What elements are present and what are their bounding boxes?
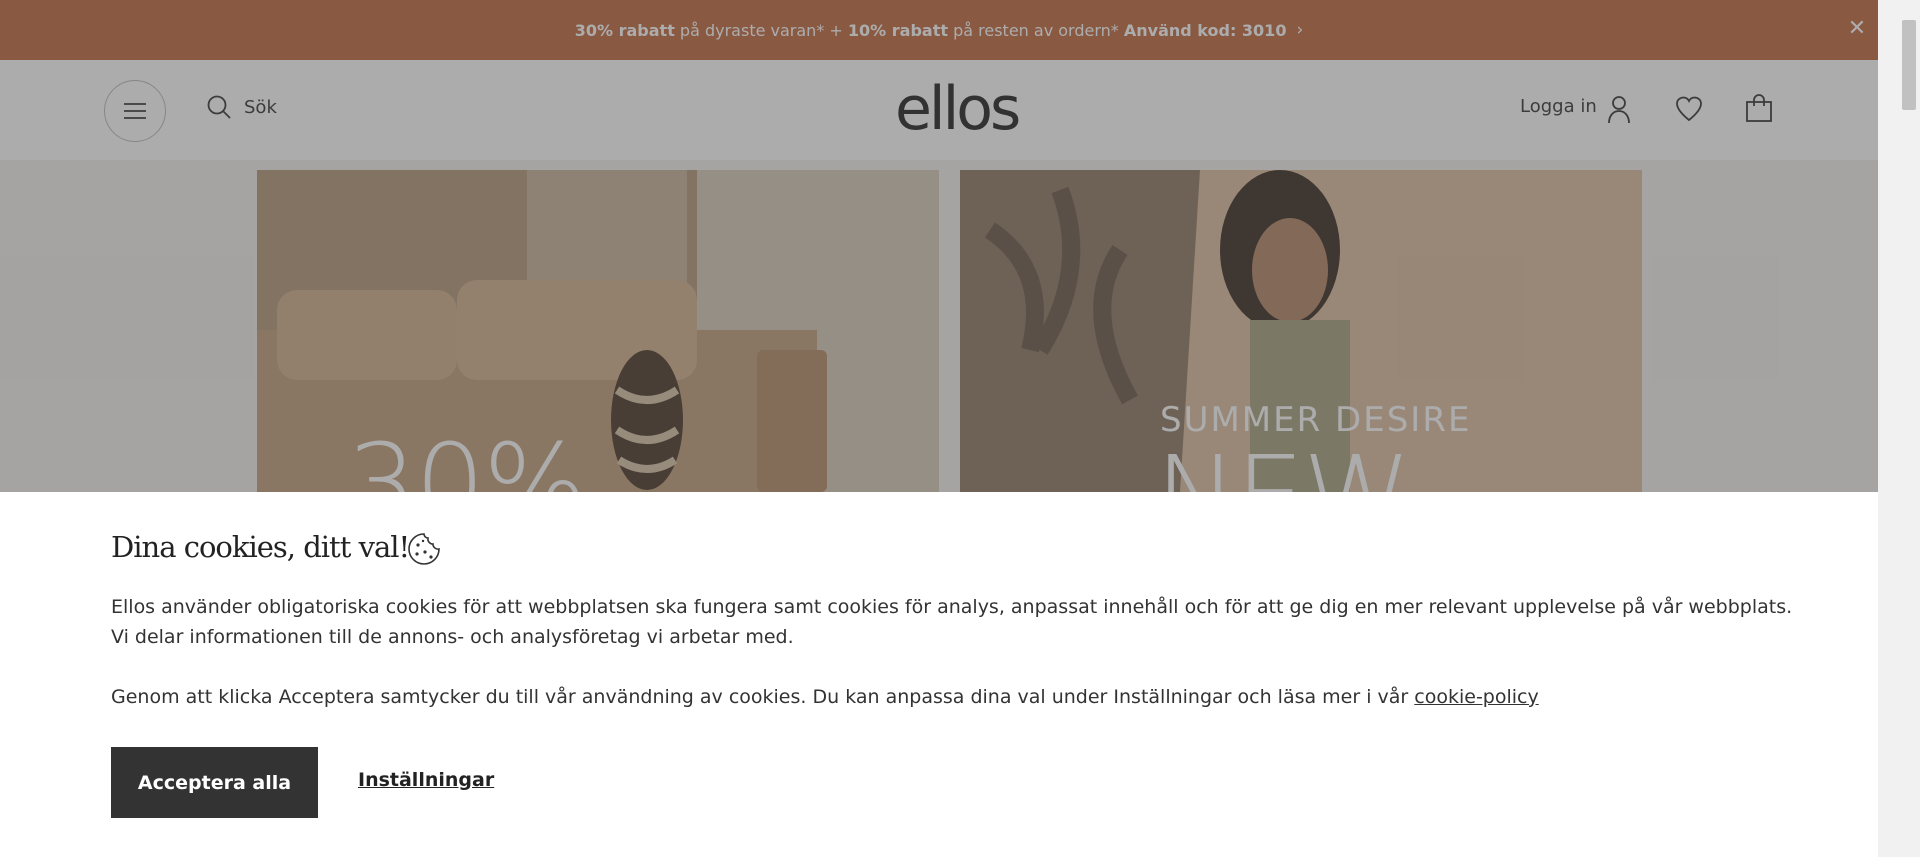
page: 30% rabatt på dyraste varan* + 10% rabat… [0, 0, 1878, 857]
cookie-title: Dina cookies, ditt val! [111, 530, 410, 564]
cookie-description: Ellos använder obligatoriska cookies för… [111, 596, 1793, 648]
modal-backdrop [0, 0, 1878, 492]
scrollbar-thumb[interactable] [1902, 20, 1916, 110]
settings-link[interactable]: Inställningar [358, 769, 494, 791]
cookie-icon [408, 533, 440, 565]
page-scrollbar[interactable] [1878, 0, 1920, 857]
accept-all-button[interactable]: Acceptera alla [111, 747, 318, 818]
cookie-consent-sentence: Genom att klicka Acceptera samtycker du … [111, 686, 1415, 708]
cookie-policy-link[interactable]: cookie-policy [1414, 686, 1538, 708]
cookie-consent-text: Genom att klicka Acceptera samtycker du … [111, 682, 1811, 712]
cookie-consent-panel: Dina cookies, ditt val! Ellos använder o… [0, 492, 1878, 857]
